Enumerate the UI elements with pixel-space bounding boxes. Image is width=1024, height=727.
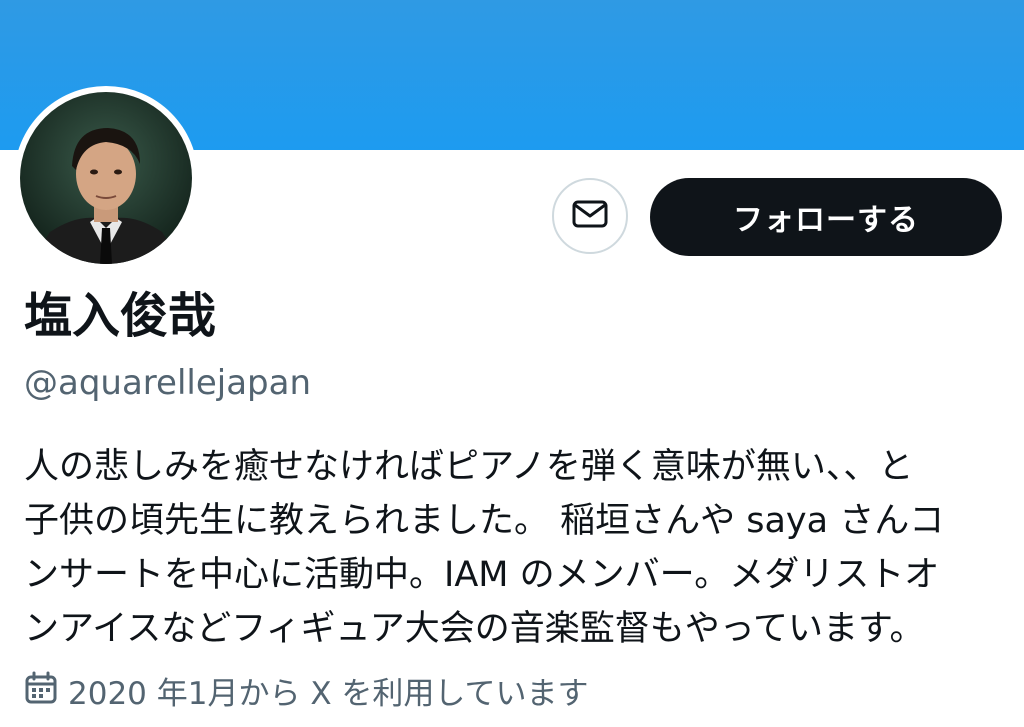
profile-bio: 人の悲しみを癒せなければピアノを弾く意味が無い、、と 子供の頃先生に教えられまし… <box>24 440 1004 656</box>
avatar-photo <box>20 92 192 264</box>
joined-date: 2020 年1月から X を利用しています <box>24 666 588 714</box>
bio-line: 子供の頃先生に教えられました。 稲垣さんや saya さんコ <box>24 501 945 541</box>
user-handle: @aquarellejapan <box>24 363 312 403</box>
joined-text: 2020 年1月から X を利用しています <box>68 675 589 712</box>
envelope-icon <box>572 200 608 232</box>
bio-line: ンサートを中心に活動中。IAM のメンバー。メダリストオ <box>24 555 940 595</box>
bio-line: ンアイスなどフィギュア大会の音楽監督もやっています。 <box>24 609 925 649</box>
follow-button[interactable]: フォローする <box>650 178 1002 256</box>
avatar[interactable] <box>14 86 198 270</box>
message-button[interactable] <box>552 178 628 254</box>
display-name: 塩入俊哉 <box>24 288 217 344</box>
calendar-icon <box>24 671 58 709</box>
bio-line: 人の悲しみを癒せなければピアノを弾く意味が無い、、と <box>24 447 914 487</box>
